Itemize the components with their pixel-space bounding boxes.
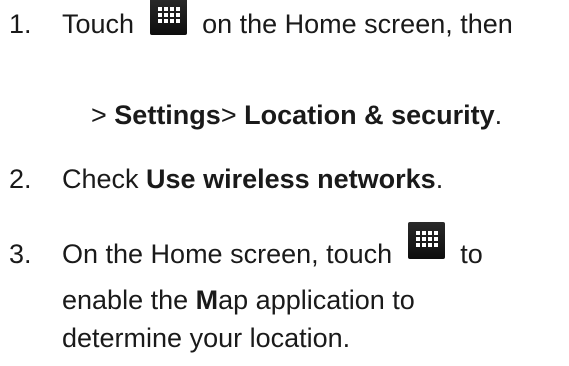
step-1-arrow-2: > bbox=[220, 100, 237, 130]
step-1-arrow-1: > bbox=[91, 100, 107, 130]
step-3-to-text: to bbox=[460, 239, 483, 269]
location-security-label: Location & security bbox=[244, 100, 495, 130]
use-wireless-networks-label: Use wireless networks bbox=[146, 164, 436, 194]
step-3-number: 3. bbox=[9, 239, 32, 269]
step-2-number: 2. bbox=[9, 164, 32, 194]
step-1-home-text: on the Home screen, then bbox=[202, 9, 513, 39]
step-3-line-3: determine your location. bbox=[62, 322, 350, 354]
step-1-line-2: > Settings> Location & security. bbox=[91, 99, 502, 131]
settings-label: Settings bbox=[114, 100, 221, 130]
step-2-check-text: Check bbox=[62, 164, 139, 194]
step-1-touch-text: Touch bbox=[62, 9, 135, 39]
step-3-line-2: enable the Map application to bbox=[62, 284, 415, 316]
step-1-period: . bbox=[494, 100, 503, 130]
apps-grid-icon bbox=[149, 0, 187, 35]
map-bold-letter: M bbox=[195, 285, 219, 315]
step-1-number: 1. bbox=[9, 9, 32, 39]
step-3-app-text: ap application to bbox=[218, 285, 415, 315]
apps-grid-icon-glyph bbox=[415, 231, 438, 247]
apps-grid-icon bbox=[407, 222, 445, 259]
apps-grid-icon-glyph bbox=[157, 7, 180, 23]
step-3-determine-text: determine your location. bbox=[62, 323, 351, 353]
step-2-period: . bbox=[435, 164, 444, 194]
step-3-home-text: On the Home screen, touch bbox=[62, 239, 393, 269]
step-3-enable-text: enable the bbox=[62, 285, 189, 315]
